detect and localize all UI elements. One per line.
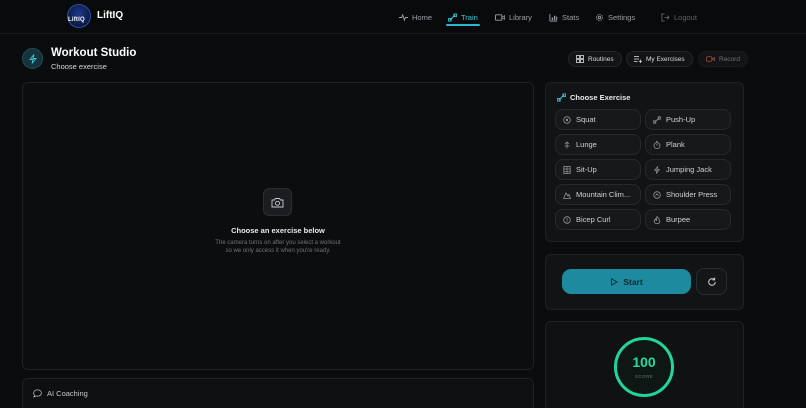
exercise-burpee[interactable]: Burpee	[645, 209, 731, 230]
arrow-up-icon	[563, 140, 571, 149]
page-subtitle: Choose exercise	[51, 62, 107, 71]
exercise-lunge[interactable]: Lunge	[555, 134, 641, 155]
video-icon	[495, 13, 505, 22]
curl-icon	[563, 215, 571, 224]
exercise-panel-title: Choose Exercise	[570, 93, 631, 102]
exercise-label: Shoulder Press	[666, 190, 718, 199]
reset-button[interactable]	[696, 268, 727, 295]
nav-home-label: Home	[412, 12, 433, 22]
chat-bubble-icon	[33, 389, 42, 398]
list-plus-icon	[634, 55, 642, 63]
bolt-icon	[653, 165, 661, 174]
camera-empty-text: The camera turns on after you select a w…	[215, 240, 341, 254]
grid-icon	[563, 165, 571, 174]
nav-train-label: Train	[461, 12, 478, 22]
score-label: SCORE	[634, 374, 654, 379]
bar-chart-icon	[549, 13, 558, 22]
exercise-label: Push-Up	[666, 115, 696, 124]
nav-logout-label: Logout	[674, 12, 697, 22]
camera-icon	[263, 188, 292, 216]
dumbbell-icon	[448, 12, 457, 22]
gear-icon	[595, 13, 604, 22]
dumbbell-icon	[653, 115, 661, 124]
nav-stats[interactable]: Stats	[549, 10, 579, 24]
nav-stats-label: Stats	[562, 12, 580, 22]
ai-coaching-header[interactable]: AI Coaching	[33, 389, 88, 398]
exercise-jumping-jack[interactable]: Jumping Jack	[645, 159, 731, 180]
exercise-label: Mountain Clim...	[576, 190, 631, 199]
exercise-push-up[interactable]: Push-Up	[645, 109, 731, 130]
nav-settings-label: Settings	[608, 12, 636, 22]
studio-badge	[22, 48, 43, 69]
my-exercises-label: My Exercises	[646, 55, 685, 63]
mountain-icon	[563, 191, 571, 199]
target-icon	[563, 115, 571, 124]
active-tab-indicator	[446, 24, 480, 26]
timer-icon	[653, 140, 661, 149]
nav-train[interactable]: Train	[448, 10, 478, 24]
exercise-plank[interactable]: Plank	[645, 134, 731, 155]
rotate-icon	[707, 277, 717, 287]
exercise-label: Sit-Up	[576, 165, 597, 174]
exercise-panel-header: Choose Exercise	[557, 93, 630, 102]
nav-settings[interactable]: Settings	[595, 10, 635, 24]
pulse-icon	[399, 12, 408, 22]
routines-button[interactable]: Routines	[568, 51, 622, 67]
nav-library-label: Library	[509, 12, 532, 22]
camera-empty-title: Choose an exercise below	[231, 226, 325, 235]
exercise-label: Plank	[666, 140, 685, 149]
exercise-bicep-curl[interactable]: Bicep Curl	[555, 209, 641, 230]
dumbbell-icon	[557, 93, 566, 102]
nav-home[interactable]: Home	[399, 10, 432, 24]
play-icon	[610, 277, 619, 286]
logout-icon	[661, 12, 670, 22]
grid-icon	[576, 55, 584, 63]
video-record-icon	[706, 55, 715, 63]
page-title: Workout Studio	[51, 47, 137, 59]
my-exercises-button[interactable]: My Exercises	[626, 51, 693, 67]
start-label: Start	[623, 276, 643, 287]
exercise-label: Bicep Curl	[576, 215, 611, 224]
record-label: Record	[719, 55, 740, 63]
record-button[interactable]: Record	[698, 51, 748, 67]
circle-arrow-icon	[653, 190, 661, 199]
exercise-label: Burpee	[666, 215, 691, 224]
ai-coaching-label: AI Coaching	[47, 389, 88, 398]
bolt-icon	[28, 53, 38, 64]
routines-label: Routines	[588, 55, 614, 63]
exercise-shoulder-press[interactable]: Shoulder Press	[645, 184, 731, 205]
ai-coaching-panel	[22, 378, 534, 408]
exercise-label: Lunge	[576, 140, 597, 149]
nav-logout[interactable]: Logout	[661, 10, 697, 24]
logo-text: LiftIQ	[68, 17, 85, 23]
exercise-sit-up[interactable]: Sit-Up	[555, 159, 641, 180]
exercise-mountain-climber[interactable]: Mountain Clim...	[555, 184, 641, 205]
nav-library[interactable]: Library	[495, 10, 532, 24]
exercise-label: Jumping Jack	[666, 165, 712, 174]
score-value: 100	[632, 354, 656, 370]
exercise-label: Squat	[576, 115, 596, 124]
flame-icon	[653, 215, 661, 224]
exercise-squat[interactable]: Squat	[555, 109, 641, 130]
app-logo[interactable]	[67, 4, 91, 28]
brand-name[interactable]: LiftIQ	[97, 10, 123, 21]
start-button[interactable]: Start	[562, 269, 691, 294]
